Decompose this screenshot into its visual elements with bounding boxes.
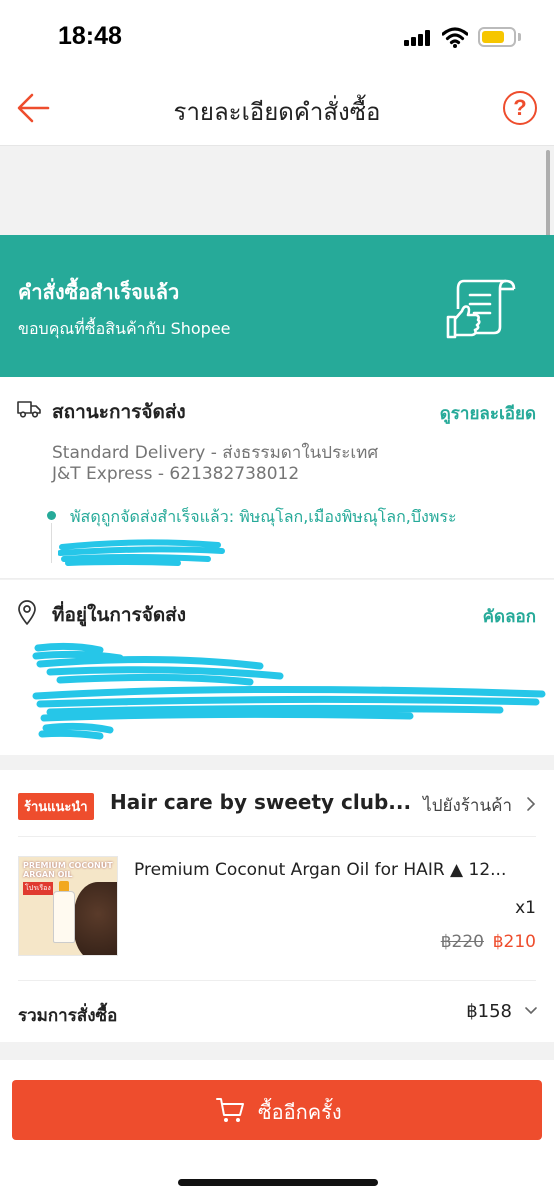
chevron-right-icon[interactable] bbox=[526, 796, 536, 812]
battery-icon bbox=[478, 27, 516, 47]
order-complete-banner: คำสั่งซื้อสำเร็จแล้ว ขอบคุณที่ซื้อสินค้า… bbox=[0, 235, 554, 377]
thumb-brand-line2: ARGAN OIL bbox=[23, 870, 73, 879]
view-details-link[interactable]: ดูรายละเอียด bbox=[440, 400, 536, 427]
cellular-signal-icon bbox=[404, 30, 432, 46]
product-thumbnail[interactable]: PREMIUM COCONUT ARGAN OIL โปรเรือง bbox=[18, 856, 118, 956]
bottom-action-bar: ซื้ออีกครั้ง bbox=[0, 1060, 554, 1200]
cart-icon bbox=[216, 1098, 244, 1122]
divider bbox=[18, 836, 536, 837]
carrier-tracking-number: J&T Express - 621382738012 bbox=[52, 464, 300, 484]
tracking-dot bbox=[47, 511, 56, 520]
home-indicator[interactable] bbox=[178, 1179, 378, 1186]
redacted-address bbox=[32, 642, 546, 740]
chevron-down-icon[interactable] bbox=[524, 1006, 538, 1015]
shipping-status-section: สถานะการจัดส่ง ดูรายละเอียด Standard Del… bbox=[0, 377, 554, 579]
sale-price: ฿210 bbox=[492, 932, 536, 952]
copy-address-button[interactable]: คัดลอก bbox=[483, 603, 536, 630]
divider bbox=[18, 980, 536, 981]
thumb-brand-line1: PREMIUM COCONUT bbox=[23, 861, 113, 870]
redaction-scribble bbox=[58, 539, 225, 566]
recommended-shop-badge: ร้านแนะนำ bbox=[18, 793, 94, 820]
status-time: 18:48 bbox=[58, 22, 122, 50]
product-name[interactable]: Premium Coconut Argan Oil for HAIR ▲ 12.… bbox=[134, 860, 506, 880]
banner-subtitle: ขอบคุณที่ซื้อสินค้ากับ Shopee bbox=[18, 319, 231, 338]
original-price: ฿220 bbox=[440, 932, 484, 952]
order-total-label: รวมการสั่งซื้อ bbox=[18, 1006, 118, 1026]
banner-title: คำสั่งซื้อสำเร็จแล้ว bbox=[18, 280, 180, 304]
shipping-address-section: ที่อยู่ในการจัดส่ง คัดลอก bbox=[0, 580, 554, 755]
location-pin-icon bbox=[18, 600, 36, 625]
status-bar: 18:48 bbox=[0, 0, 554, 72]
help-icon[interactable]: ? bbox=[503, 91, 537, 125]
product-quantity: x1 bbox=[515, 898, 536, 918]
shipping-status-title: สถานะการจัดส่ง bbox=[52, 401, 186, 423]
go-to-shop-link[interactable]: ไปยังร้านค้า bbox=[423, 792, 512, 819]
receipt-thumbs-up-icon bbox=[446, 279, 516, 339]
shipping-method: Standard Delivery - ส่งธรรมดาในประเทศ bbox=[52, 443, 379, 463]
shop-name[interactable]: Hair care by sweety club... bbox=[110, 790, 411, 814]
shop-order-section: ร้านแนะนำ Hair care by sweety club... ไป… bbox=[0, 770, 554, 1042]
page-header: รายละเอียดคำสั่งซื้อ ? bbox=[0, 72, 554, 146]
buy-again-button[interactable]: ซื้ออีกครั้ง bbox=[12, 1080, 542, 1140]
shipping-address-title: ที่อยู่ในการจัดส่ง bbox=[52, 604, 187, 626]
order-total-value[interactable]: ฿158 bbox=[466, 1001, 512, 1022]
thumb-tag: โปรเรือง bbox=[23, 882, 53, 895]
battery-cap bbox=[518, 33, 521, 41]
tracking-line bbox=[51, 523, 52, 563]
buy-again-label: ซื้ออีกครั้ง bbox=[258, 1100, 342, 1124]
wifi-icon bbox=[442, 27, 468, 48]
page-title: รายละเอียดคำสั่งซื้อ bbox=[173, 98, 381, 126]
latest-tracking-status[interactable]: พัสดุถูกจัดส่งสำเร็จแล้ว: พิษณุโลก,เมือง… bbox=[70, 505, 457, 530]
delivery-truck-icon bbox=[17, 401, 41, 418]
